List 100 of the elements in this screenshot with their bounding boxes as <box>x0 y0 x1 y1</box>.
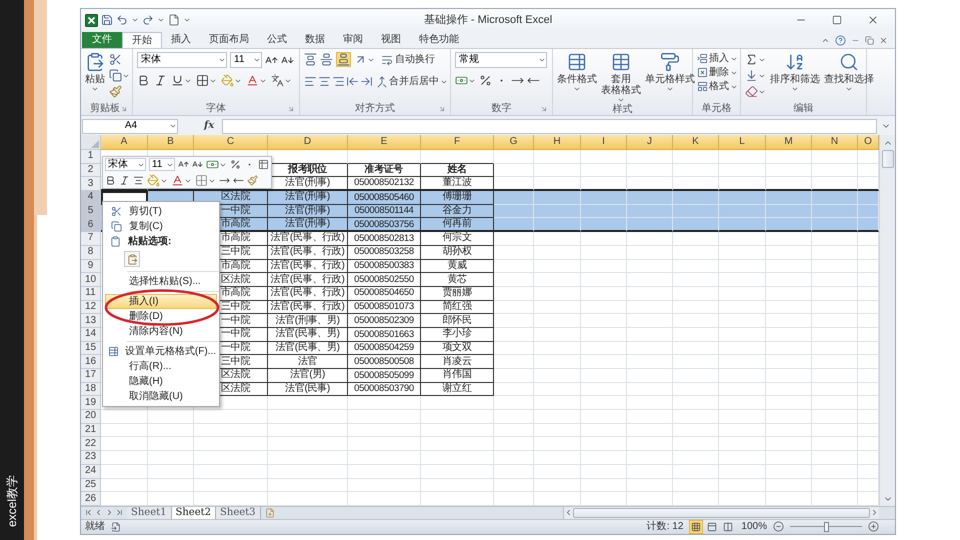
view-button[interactable] <box>689 520 704 534</box>
underline-icon[interactable] <box>171 74 184 87</box>
align-center-icon[interactable] <box>318 75 331 88</box>
column-header[interactable]: B <box>148 135 194 150</box>
column-header[interactable]: D <box>268 135 348 150</box>
sheet-tab[interactable]: Sheet2 <box>172 506 216 519</box>
row-header[interactable]: 6 <box>81 218 101 232</box>
sheet-tab[interactable]: Sheet1 <box>127 506 172 519</box>
ribbon-tab[interactable]: 视图 <box>372 32 410 48</box>
row-header[interactable]: 12 <box>81 300 101 314</box>
column-header[interactable]: M <box>766 135 812 150</box>
ribbon-tab[interactable]: 开始 <box>122 32 162 48</box>
wrap-text-button[interactable]: 自动换行 <box>381 54 435 66</box>
column-header[interactable]: F <box>421 135 494 150</box>
row-header[interactable]: 22 <box>81 437 101 452</box>
copy-icon[interactable] <box>109 69 122 82</box>
vertical-scrollbar[interactable] <box>879 135 895 506</box>
last-sheet-icon[interactable] <box>115 508 124 518</box>
ribbon-tab[interactable]: 特色功能 <box>410 32 468 48</box>
align-right-icon[interactable] <box>332 75 345 88</box>
zoom-in-icon[interactable] <box>868 521 879 532</box>
column-header[interactable]: G <box>494 135 534 150</box>
row-header[interactable]: 26 <box>81 492 101 506</box>
scissors-icon[interactable] <box>109 53 122 66</box>
text-color-icon[interactable] <box>246 74 259 87</box>
row-header[interactable]: 20 <box>81 410 101 424</box>
zoom-slider-thumb[interactable] <box>824 522 829 532</box>
row-header[interactable]: 21 <box>81 424 101 438</box>
grid-icon[interactable] <box>196 74 209 87</box>
number-format-field[interactable]: 常规 <box>455 52 547 68</box>
column-header[interactable]: H <box>534 135 581 150</box>
decrease-indent-icon[interactable] <box>346 75 359 88</box>
ribbon-tab[interactable]: 公式 <box>258 32 296 48</box>
record-macro-icon[interactable] <box>111 522 121 532</box>
paintbrush-icon[interactable] <box>109 85 122 98</box>
font-size-field[interactable]: 11 <box>230 52 262 68</box>
column-header[interactable]: O <box>858 135 879 150</box>
paste-option-button[interactable] <box>124 251 140 267</box>
column-header[interactable]: K <box>673 135 719 150</box>
launcher-icon[interactable] <box>438 104 446 112</box>
row-header[interactable]: 14 <box>81 328 101 342</box>
scrollbar-thumb[interactable] <box>882 150 894 168</box>
italic-icon[interactable] <box>119 175 130 186</box>
bold-icon[interactable] <box>105 175 116 186</box>
launcher-icon[interactable] <box>287 104 295 112</box>
italic-icon[interactable] <box>154 74 167 87</box>
launcher-icon[interactable] <box>120 104 128 112</box>
table-icon[interactable] <box>258 159 269 170</box>
text-color-icon[interactable] <box>171 174 184 187</box>
menu-item[interactable]: 插入(I) <box>105 294 217 309</box>
ribbon-button[interactable]: 删除 <box>697 66 738 79</box>
spreadsheet-logo-icon[interactable] <box>85 14 98 26</box>
redo-icon[interactable] <box>142 14 154 26</box>
ribbon-button[interactable]: 格式 <box>697 80 738 93</box>
percent-icon[interactable] <box>479 74 492 87</box>
column-header[interactable]: N <box>812 135 858 150</box>
formula-input[interactable] <box>222 118 877 134</box>
column-header[interactable]: J <box>627 135 673 150</box>
banknote-icon[interactable] <box>455 74 468 87</box>
font-size-field[interactable]: 11 <box>148 158 175 171</box>
ribbon-button[interactable]: 粘贴 <box>85 52 105 93</box>
maximize-icon[interactable] <box>832 15 842 25</box>
ribbon-button[interactable]: 单元格样式 <box>645 52 695 93</box>
font-name-field[interactable]: 宋体 <box>105 158 146 171</box>
row-header[interactable]: 7 <box>81 232 101 246</box>
ribbon-button[interactable]: 插入 <box>697 52 738 65</box>
row-header[interactable]: 23 <box>81 451 101 465</box>
row-header[interactable]: 1 <box>81 150 101 164</box>
row-header[interactable]: 15 <box>81 342 101 356</box>
align-middle-icon[interactable] <box>320 53 333 66</box>
row-header[interactable]: 10 <box>81 273 101 287</box>
ribbon-button[interactable]: 排序和筛选 <box>770 52 820 93</box>
undo-icon[interactable] <box>116 14 128 26</box>
phonetic-icon[interactable] <box>271 74 284 87</box>
row-header[interactable]: 16 <box>81 355 101 369</box>
row-header[interactable]: 8 <box>81 246 101 260</box>
paintbrush-icon[interactable] <box>247 175 258 186</box>
close-icon[interactable] <box>879 36 888 45</box>
align-top-icon[interactable] <box>304 53 317 66</box>
ribbon-button[interactable]: 查找和选择 <box>824 52 874 93</box>
row-header[interactable]: 18 <box>81 382 101 396</box>
row-header[interactable]: 3 <box>81 177 101 192</box>
eraser-icon[interactable] <box>745 85 758 98</box>
font-name-field[interactable]: 宋体 <box>137 52 227 68</box>
column-header[interactable]: E <box>348 135 421 150</box>
insert-function-button[interactable]: fx <box>200 121 218 131</box>
row-header[interactable]: 17 <box>81 369 101 383</box>
align-left-icon[interactable] <box>304 75 317 88</box>
zoom-out-icon[interactable] <box>773 521 784 532</box>
sheet-tab[interactable]: Sheet3 <box>216 506 261 519</box>
horizontal-scrollbar[interactable] <box>563 506 879 519</box>
collapse-ribbon-icon[interactable] <box>821 36 830 45</box>
percent-icon[interactable] <box>230 159 241 170</box>
row-header[interactable]: 2 <box>81 164 101 178</box>
column-header[interactable]: C <box>194 135 268 150</box>
ribbon-tab[interactable]: 数据 <box>296 32 334 48</box>
row-header[interactable]: 13 <box>81 314 101 328</box>
ribbon-button[interactable]: 条件格式 <box>557 52 597 93</box>
banknote-icon[interactable] <box>206 158 219 171</box>
fill-down-icon[interactable] <box>745 69 758 82</box>
